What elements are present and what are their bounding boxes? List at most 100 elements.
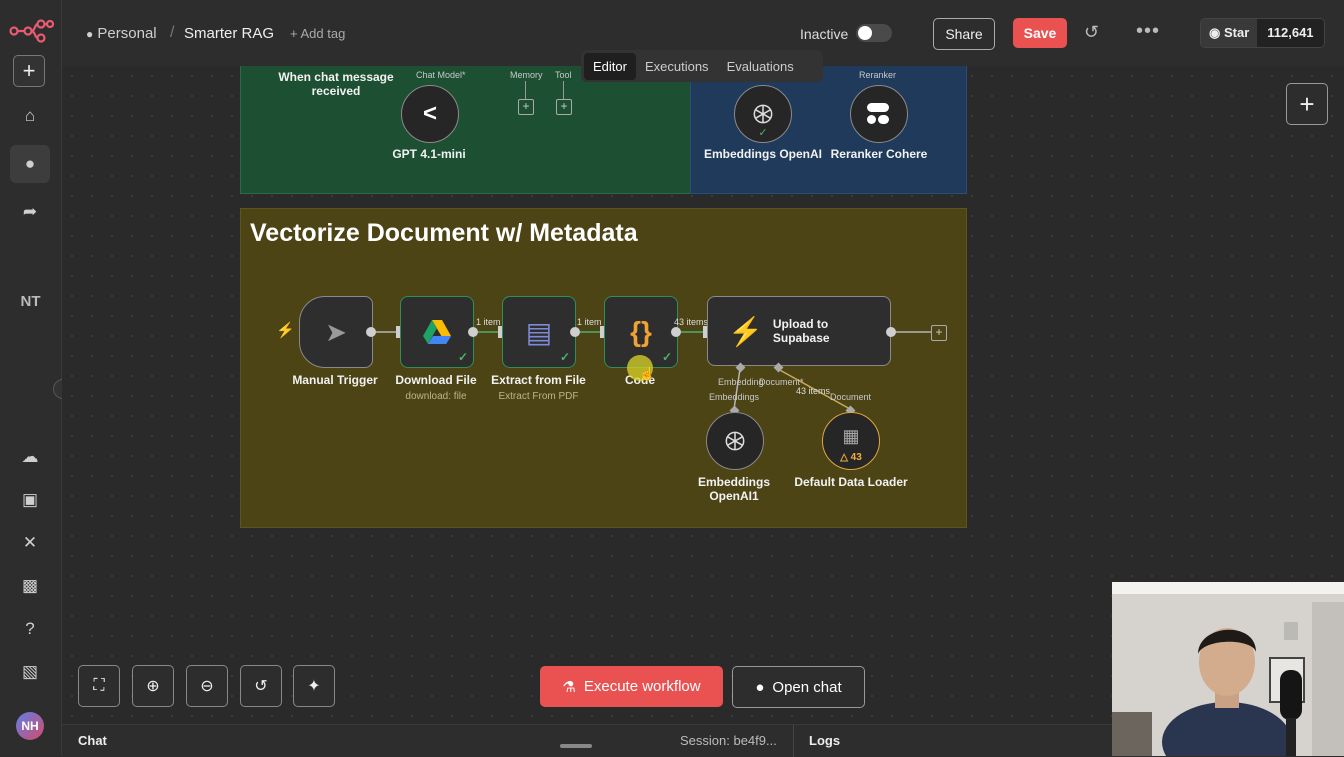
variables-icon[interactable]: ✕ xyxy=(10,524,50,562)
tool-port-label: Tool xyxy=(555,70,572,80)
project-initials[interactable]: NT xyxy=(0,293,61,310)
share-button[interactable]: Share xyxy=(933,18,995,50)
active-toggle[interactable] xyxy=(856,24,892,42)
success-check-icon: ✓ xyxy=(661,350,672,364)
mouse-cursor-icon: ☝ xyxy=(639,366,656,381)
extract-from-file-sublabel: Extract From PDF xyxy=(498,391,579,402)
left-sidebar: + ⌂ ● ➦ NT › ☁ ▣ ✕ ▩ ? ▧ NH xyxy=(0,0,73,756)
embeddings-output-label: Embeddings xyxy=(709,392,760,402)
sticky-note-retrieval[interactable]: Reranker ✓ Embeddings OpenAI Reranker Co… xyxy=(690,66,967,194)
success-check-icon: ✓ xyxy=(457,350,468,364)
session-id: Session: be4f9... xyxy=(680,733,777,748)
whats-new-gift-icon[interactable]: ▧ xyxy=(10,653,50,691)
success-check-icon: ✓ xyxy=(758,127,768,139)
save-button[interactable]: Save xyxy=(1013,18,1067,48)
warning-badge: △ 43 xyxy=(840,452,862,463)
tool-connector xyxy=(563,81,564,99)
execute-workflow-label: Execute workflow xyxy=(583,678,701,695)
breadcrumb-personal-label: Personal xyxy=(97,25,157,42)
embeddings-openai1-line1: Embeddings xyxy=(697,475,770,489)
openai-icon xyxy=(725,431,745,451)
add-tag-link[interactable]: + Add tag xyxy=(290,26,345,41)
gpt-node-label: GPT 4.1-mini xyxy=(392,147,466,161)
more-options-icon[interactable]: ••• xyxy=(1136,20,1160,43)
execute-workflow-button[interactable]: ⚗ Execute workflow xyxy=(540,666,723,707)
reranker-port-label: Reranker xyxy=(859,70,897,80)
user-avatar[interactable]: NH xyxy=(16,712,44,740)
embeddings-openai-label: Embeddings OpenAI xyxy=(703,147,822,161)
extract-file-output-port[interactable] xyxy=(570,327,580,337)
chat-model-port-label: Chat Model* xyxy=(416,70,466,80)
manual-trigger-node[interactable]: ➤ xyxy=(299,296,373,368)
add-tool-button[interactable]: + xyxy=(556,99,572,115)
default-data-loader-label: Default Data Loader xyxy=(794,475,908,489)
cursor-pointer-icon: ➤ xyxy=(325,316,347,347)
add-next-node-button[interactable]: + xyxy=(931,325,947,341)
undo-icon[interactable]: ↺ xyxy=(240,665,282,707)
supabase-node-label: Upload to Supabase xyxy=(773,317,830,345)
supabase-bolt-icon: ⚡ xyxy=(728,315,763,347)
help-icon[interactable]: ? xyxy=(10,610,50,648)
download-file-node[interactable]: ✓ xyxy=(400,296,474,368)
edge-item-count-2: 1 item xyxy=(577,317,602,327)
insights-chart-icon[interactable]: ▩ xyxy=(10,567,50,605)
trigger-bolt-icon: ⚡ xyxy=(276,322,295,339)
edge-item-count-1: 1 item xyxy=(476,317,501,327)
breadcrumb-separator: / xyxy=(170,24,175,41)
breadcrumb-personal[interactable]: ● Personal xyxy=(86,25,157,42)
cloud-icon[interactable]: ☁ xyxy=(10,438,50,476)
zoom-out-icon[interactable]: ⊖ xyxy=(186,665,228,707)
tab-executions[interactable]: Executions xyxy=(636,53,718,80)
github-star-label: Star xyxy=(1223,25,1250,40)
sticky-note-vectorize[interactable]: Vectorize Document w/ Metadata ⚡ ➤ Manua… xyxy=(240,208,967,528)
open-chat-button[interactable]: ● Open chat xyxy=(732,666,865,708)
zoom-to-fit-icon[interactable]: ⛶ xyxy=(78,665,120,707)
tab-evaluations[interactable]: Evaluations xyxy=(718,53,803,80)
reranker-cohere-node[interactable] xyxy=(850,85,908,143)
extract-from-file-node[interactable]: ▤ ✓ xyxy=(502,296,576,368)
manual-trigger-output-port[interactable] xyxy=(366,327,376,337)
workflow-title[interactable]: Smarter RAG xyxy=(184,25,274,42)
document-output-label: Document xyxy=(830,392,872,402)
extract-from-file-label: Extract from File xyxy=(491,373,586,387)
chat-panel-tab[interactable]: Chat xyxy=(78,733,107,748)
warning-count: 43 xyxy=(850,452,862,463)
supabase-label-line2: Supabase xyxy=(772,331,830,345)
sticky-note-agent[interactable]: When chat message received Chat Model* M… xyxy=(240,66,692,194)
embeddings-openai-node[interactable]: ✓ xyxy=(734,85,792,143)
document-extract-icon: ▤ xyxy=(525,316,553,348)
embeddings-openai1-node[interactable] xyxy=(706,412,764,470)
new-item-button[interactable]: + xyxy=(13,55,45,87)
edge-item-count-4: 43 items xyxy=(796,386,831,396)
github-star-count: 112,641 xyxy=(1257,19,1324,47)
tab-editor[interactable]: Editor xyxy=(584,52,636,80)
presenter-video-image xyxy=(1112,582,1344,756)
supabase-output-port[interactable] xyxy=(886,327,896,337)
reranker-cohere-label: Reranker Cohere xyxy=(830,147,928,161)
google-drive-icon xyxy=(423,320,451,344)
gpt-model-node[interactable]: < xyxy=(401,85,459,143)
toggle-knob xyxy=(858,26,872,40)
user-icon: ● xyxy=(86,27,94,41)
download-file-output-port[interactable] xyxy=(468,327,478,337)
upload-to-supabase-node[interactable]: ⚡ Upload to Supabase xyxy=(707,296,891,366)
openai-icon xyxy=(753,104,773,124)
memory-connector xyxy=(525,81,526,99)
tidy-up-icon[interactable]: ✦ xyxy=(293,665,335,707)
github-star-widget[interactable]: ◉ Star 112,641 xyxy=(1200,18,1325,48)
default-data-loader-node[interactable]: ▦ △ 43 xyxy=(822,412,880,470)
panel-resize-handle[interactable] xyxy=(560,744,592,748)
history-icon[interactable]: ↺ xyxy=(1084,22,1099,43)
add-memory-button[interactable]: + xyxy=(518,99,534,115)
templates-icon[interactable]: ▣ xyxy=(10,481,50,519)
personal-user-icon[interactable]: ● xyxy=(10,145,50,183)
success-check-icon: ✓ xyxy=(559,350,570,364)
logs-panel-tab[interactable]: Logs xyxy=(809,733,840,748)
code-output-port[interactable] xyxy=(671,327,681,337)
shared-share-icon[interactable]: ➦ xyxy=(10,193,50,231)
open-nodes-panel-button[interactable]: + xyxy=(1286,83,1328,125)
zoom-in-icon[interactable]: ⊕ xyxy=(132,665,174,707)
gpt-node-icon: < xyxy=(422,100,437,127)
n8n-logo-icon[interactable] xyxy=(8,14,54,44)
home-icon[interactable]: ⌂ xyxy=(10,97,50,135)
